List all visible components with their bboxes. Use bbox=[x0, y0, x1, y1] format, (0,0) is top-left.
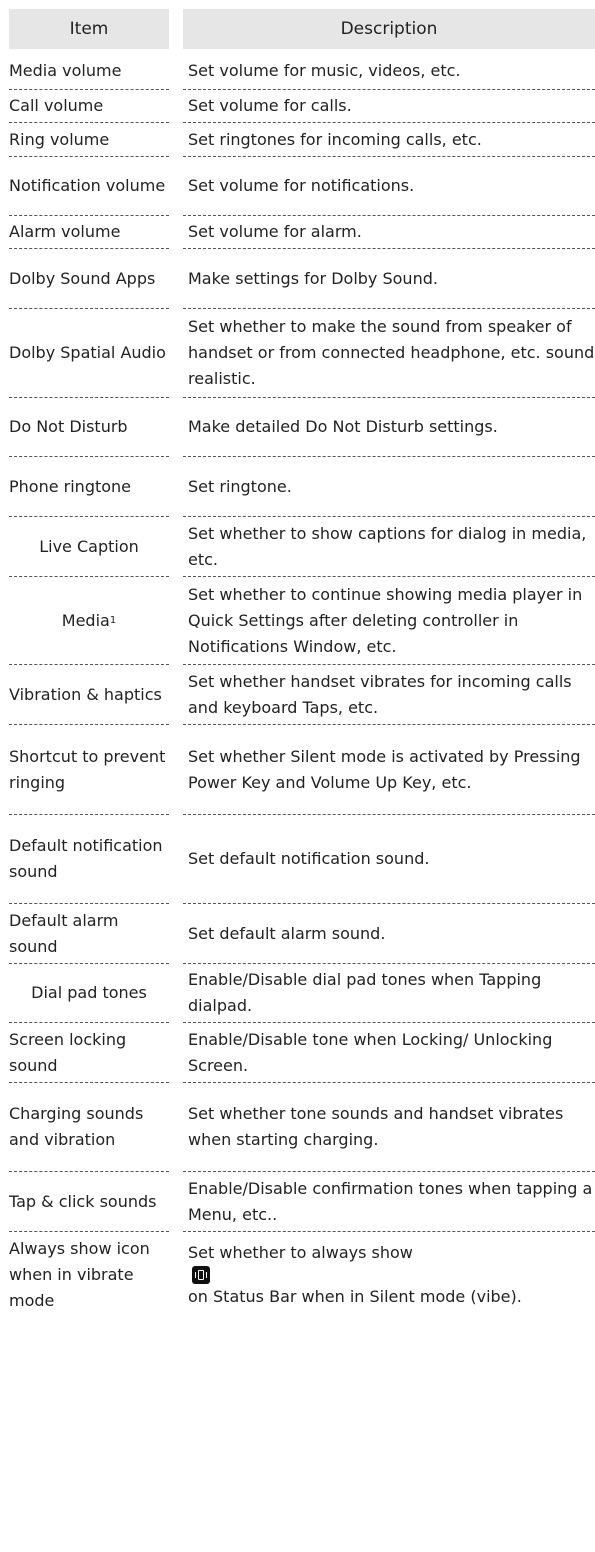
row-item: Ring volume bbox=[9, 123, 169, 157]
row-item: Alarm volume bbox=[9, 216, 169, 249]
table-row: Dial pad tones Enable/Disable dial pad t… bbox=[9, 964, 595, 1023]
table-body: Media volume Set volume for music, video… bbox=[9, 53, 595, 1318]
row-description: Set whether to always show on Status Bar … bbox=[183, 1232, 595, 1318]
settings-table: Item Description Media volume Set volume… bbox=[9, 9, 595, 1318]
table-row: Live Caption Set whether to show caption… bbox=[9, 517, 595, 577]
row-item: Tap & click sounds bbox=[9, 1172, 169, 1232]
row-description: Enable/Disable tone when Locking/ Unlock… bbox=[183, 1023, 595, 1083]
row-item: Media volume bbox=[9, 53, 169, 90]
row-item: Dolby Sound Apps bbox=[9, 249, 169, 309]
row-item: Do Not Disturb bbox=[9, 398, 169, 457]
table-row: Screen locking sound Enable/Disable tone… bbox=[9, 1023, 595, 1083]
row-item: Always show icon when in vibrate mode bbox=[9, 1239, 150, 1310]
row-description: Set whether to show captions for dialog … bbox=[183, 517, 595, 577]
table-row: Always show icon when in vibrate mode Se… bbox=[9, 1232, 595, 1318]
row-description: Enable/Disable dial pad tones when Tappi… bbox=[183, 964, 595, 1023]
table-row: Tap & click sounds Enable/Disable confir… bbox=[9, 1172, 595, 1232]
row-item: Phone ringtone bbox=[9, 457, 169, 517]
table-row: Vibration & haptics Set whether handset … bbox=[9, 665, 595, 725]
table-row: Default alarm sound Set default alarm so… bbox=[9, 904, 595, 964]
table-row: Media volume Set volume for music, video… bbox=[9, 53, 595, 90]
row-description: Set whether Silent mode is activated by … bbox=[183, 725, 595, 815]
row-description: Set volume for notifications. bbox=[183, 157, 595, 216]
table-row: Charging sounds and vibration Set whethe… bbox=[9, 1083, 595, 1172]
row-description: Enable/Disable confirmation tones when t… bbox=[183, 1172, 595, 1232]
table-row: Alarm volume Set volume for alarm. bbox=[9, 216, 595, 249]
header-item: Item bbox=[9, 9, 169, 49]
row-item: Call volume bbox=[9, 90, 169, 123]
row-description: Make settings for Dolby Sound. bbox=[183, 249, 595, 309]
description-text-after: on Status Bar when in Silent mode (vibe)… bbox=[188, 1287, 522, 1306]
table-row: Ring volume Set ringtones for incoming c… bbox=[9, 123, 595, 157]
row-item: Dolby Spatial Audio bbox=[9, 309, 169, 398]
row-item: Live Caption bbox=[9, 517, 169, 577]
row-description: Set whether tone sounds and handset vibr… bbox=[183, 1083, 595, 1172]
vibrate-icon bbox=[192, 1266, 210, 1284]
row-item: Vibration & haptics bbox=[9, 665, 169, 725]
table-row: Do Not Disturb Make detailed Do Not Dist… bbox=[9, 398, 595, 457]
row-item: Notification volume bbox=[9, 157, 169, 216]
row-description: Set default alarm sound. bbox=[183, 904, 595, 964]
row-description: Set volume for music, videos, etc. bbox=[183, 53, 595, 90]
row-description: Set whether to continue showing media pl… bbox=[183, 577, 595, 665]
row-item: Media 1 bbox=[9, 577, 169, 665]
row-item: Shortcut to prevent ringing bbox=[9, 725, 169, 815]
footnote-marker: 1 bbox=[109, 614, 117, 626]
table-row: Notification volume Set volume for notif… bbox=[9, 157, 595, 216]
row-item-label: Media bbox=[61, 610, 110, 630]
table-row: Media 1 Set whether to continue showing m… bbox=[9, 577, 595, 665]
row-description: Set whether handset vibrates for incomin… bbox=[183, 665, 595, 725]
row-item: Default notification sound bbox=[9, 815, 169, 904]
table-header: Item Description bbox=[9, 9, 595, 49]
row-item: Screen locking sound bbox=[9, 1023, 169, 1083]
row-description: Set ringtone. bbox=[183, 457, 595, 517]
row-description: Set volume for alarm. bbox=[183, 216, 595, 249]
table-row: Default notification sound Set default n… bbox=[9, 815, 595, 904]
row-description: Set ringtones for incoming calls, etc. bbox=[183, 123, 595, 157]
row-description: Set default notification sound. bbox=[183, 815, 595, 904]
description-text-before: Set whether to always show bbox=[188, 1243, 413, 1262]
row-item: Dial pad tones bbox=[9, 964, 169, 1023]
table-row: Dolby Sound Apps Make settings for Dolby… bbox=[9, 249, 595, 309]
row-description: Make detailed Do Not Disturb settings. bbox=[183, 398, 595, 457]
row-description: Set volume for calls. bbox=[183, 90, 595, 123]
row-item: Default alarm sound bbox=[9, 904, 169, 964]
row-description: Set whether to make the sound from speak… bbox=[183, 309, 595, 398]
table-row: Phone ringtone Set ringtone. bbox=[9, 457, 595, 517]
table-row: Call volume Set volume for calls. bbox=[9, 90, 595, 123]
row-item: Charging sounds and vibration bbox=[9, 1083, 169, 1172]
header-description: Description bbox=[183, 9, 595, 49]
table-row: Shortcut to prevent ringing Set whether … bbox=[9, 725, 595, 815]
table-row: Dolby Spatial Audio Set whether to make … bbox=[9, 309, 595, 398]
